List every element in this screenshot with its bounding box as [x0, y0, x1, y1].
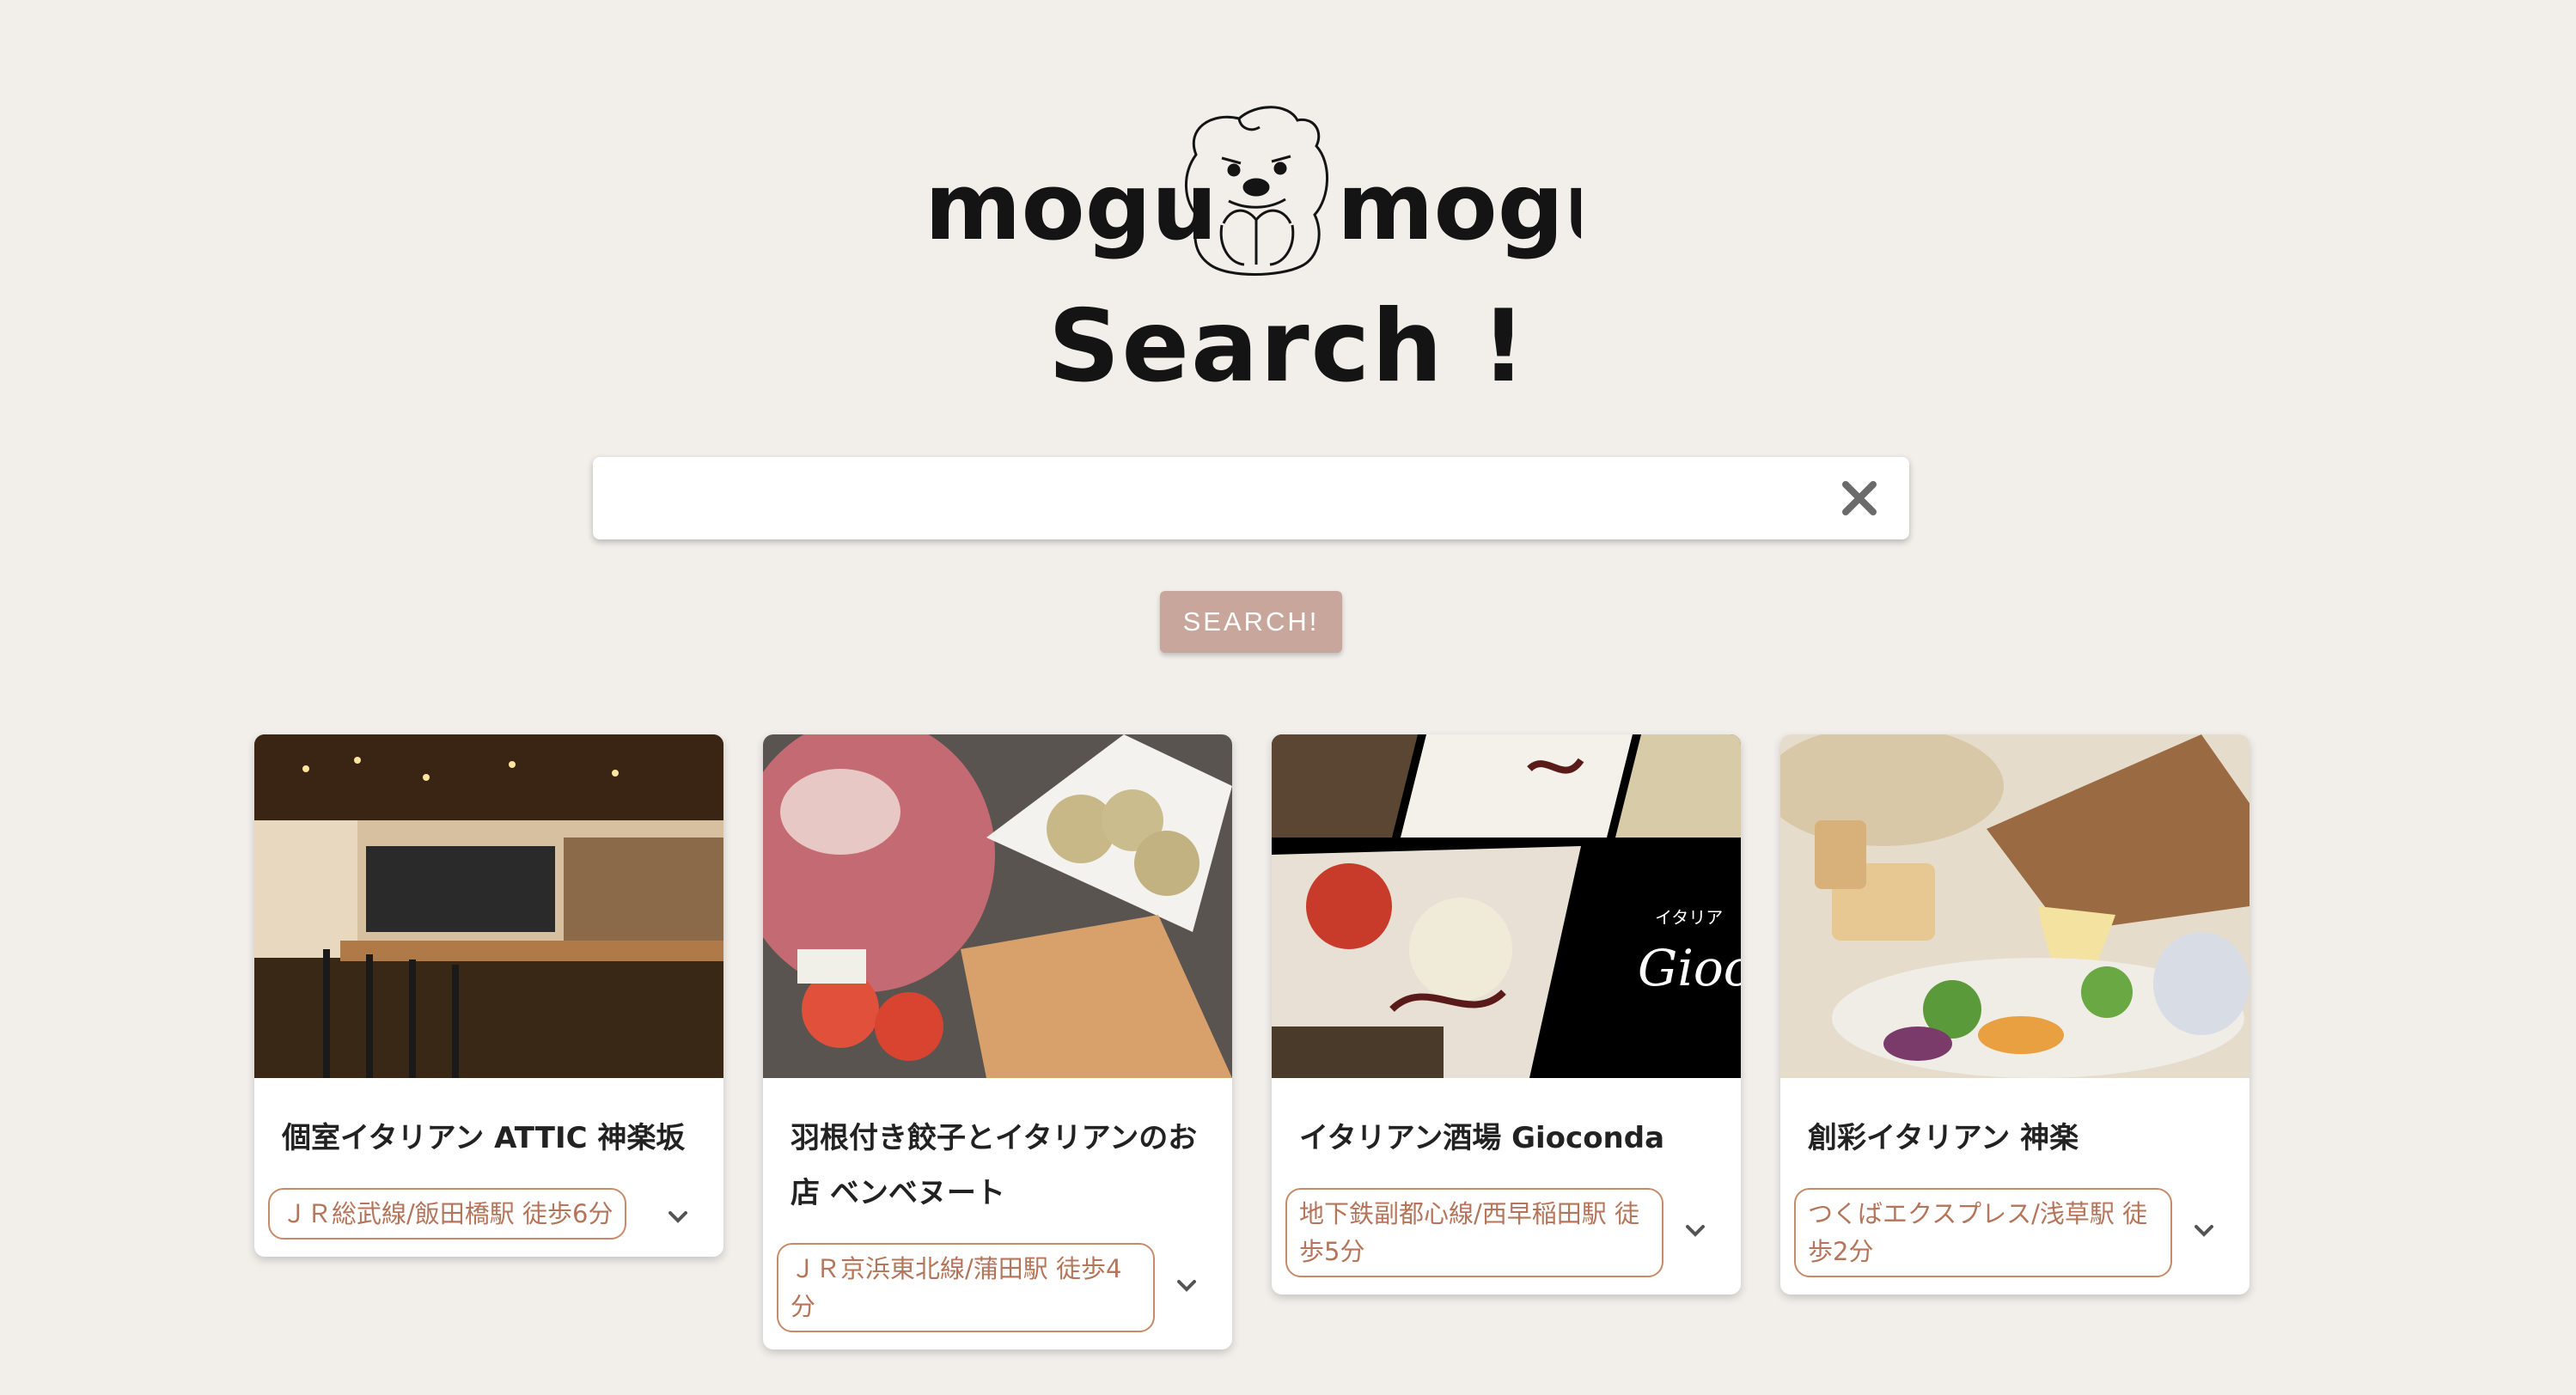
chevron-down-icon[interactable]	[1172, 1270, 1201, 1300]
restaurant-card[interactable]: イタリア Giocon イタリアン酒場 Gioconda 地下鉄副都心線/西早稲…	[1272, 734, 1741, 1294]
station-chip[interactable]: 地下鉄副都心線/西早稲田駅 徒歩5分	[1285, 1188, 1663, 1277]
card-footer: ＪＲ総武線/飯田橋駅 徒歩6分	[254, 1166, 723, 1257]
search-bar	[593, 457, 1909, 539]
card-footer: ＪＲ京浜東北線/蒲田駅 徒歩4分	[763, 1221, 1232, 1349]
station-chip[interactable]: ＪＲ京浜東北線/蒲田駅 徒歩4分	[777, 1243, 1155, 1332]
chevron-down-icon[interactable]	[1681, 1215, 1710, 1245]
search-button[interactable]: SEARCH!	[1160, 591, 1342, 653]
restaurant-card[interactable]: 創彩イタリアン 神楽 つくばエクスプレス/浅草駅 徒歩2分	[1780, 734, 2249, 1294]
restaurant-card[interactable]: 個室イタリアン ATTIC 神楽坂 ＪＲ総武線/飯田橋駅 徒歩6分	[254, 734, 723, 1257]
restaurant-name: 創彩イタリアン 神楽	[1808, 1121, 2079, 1155]
restaurant-name: イタリアン酒場 Gioconda	[1299, 1121, 1665, 1155]
restaurant-name: 個室イタリアン ATTIC 神楽坂	[282, 1121, 686, 1155]
station-chip[interactable]: ＪＲ総武線/飯田橋駅 徒歩6分	[268, 1188, 627, 1240]
card-footer: つくばエクスプレス/浅草駅 徒歩2分	[1780, 1166, 2249, 1294]
restaurant-photo: イタリア Giocon	[1272, 734, 1741, 1078]
logo-word-left: mogu	[925, 154, 1218, 261]
photo-caption-script: Giocon	[1638, 939, 1741, 997]
restaurant-photo	[763, 734, 1232, 1078]
close-icon[interactable]	[1837, 476, 1882, 521]
search-input[interactable]	[612, 471, 1801, 527]
station-chip[interactable]: つくばエクスプレス/浅草駅 徒歩2分	[1794, 1188, 2172, 1277]
restaurant-name: 羽根付き餃子とイタリアンのお店 ベンベヌート	[791, 1121, 1198, 1210]
restaurant-photo	[254, 734, 723, 1078]
mogu-mogu-logo: mogu mogu	[925, 106, 1581, 276]
chevron-down-icon[interactable]	[2189, 1215, 2219, 1245]
chevron-down-icon[interactable]	[663, 1202, 693, 1231]
restaurant-card[interactable]: 羽根付き餃子とイタリアンのお店 ベンベヌート ＪＲ京浜東北線/蒲田駅 徒歩4分	[763, 734, 1232, 1349]
logo-word-right: mogu	[1337, 154, 1581, 261]
restaurant-photo	[1780, 734, 2249, 1078]
photo-caption-kana: イタリア	[1655, 907, 1723, 928]
search-heading: Search !	[1047, 289, 1529, 405]
card-footer: 地下鉄副都心線/西早稲田駅 徒歩5分	[1272, 1166, 1741, 1294]
